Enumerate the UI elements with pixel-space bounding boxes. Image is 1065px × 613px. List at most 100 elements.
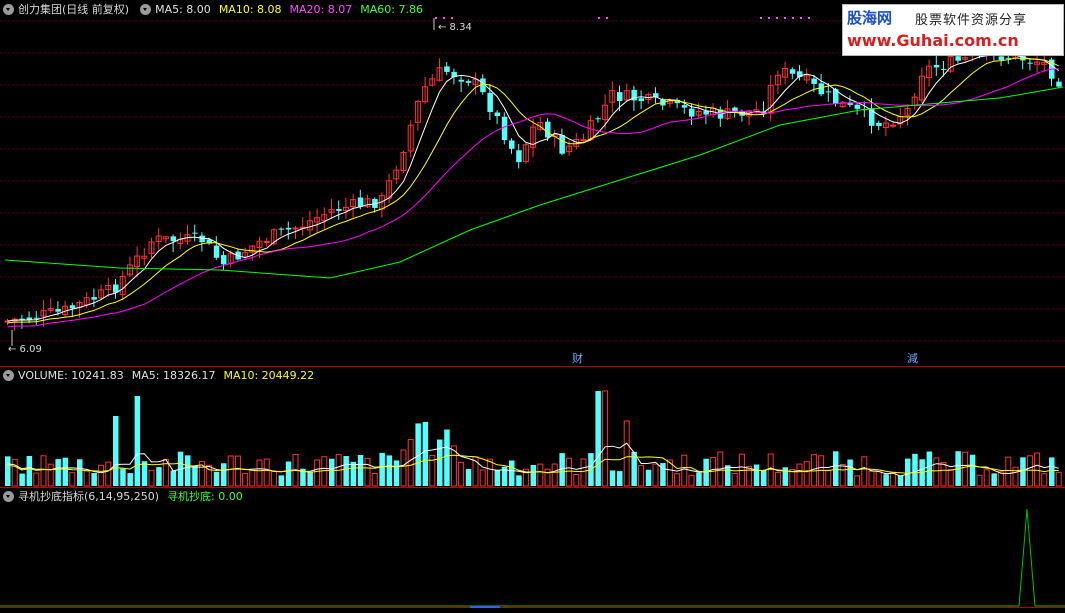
candle-body: [91, 297, 97, 300]
volume-bar: [156, 467, 162, 486]
candle-body: [285, 227, 292, 230]
volume-bar: [847, 459, 853, 486]
candle-body: [955, 56, 961, 61]
candle-body: [580, 139, 587, 142]
stock-title: 创力集团(日线 前复权): [18, 3, 130, 16]
candle-body: [998, 56, 1005, 60]
volume-bar: [343, 456, 349, 486]
volume-bar: [1012, 466, 1019, 487]
volume-panel-menu-icon[interactable]: [3, 369, 14, 381]
volume-bar: [213, 471, 220, 486]
candle-body: [854, 104, 861, 109]
volume-bar: [883, 474, 889, 486]
watermark-slogan: 股票软件资源分享: [915, 13, 1028, 28]
volume-bar: [1034, 452, 1041, 487]
volume-bar: [976, 474, 983, 487]
volume-bar: [120, 468, 126, 486]
candle-body: [789, 69, 796, 74]
event-marker-earnings: 财: [572, 351, 583, 365]
volume-bar: [645, 469, 652, 486]
volume-bar: [854, 475, 861, 487]
volume-bar: [379, 452, 385, 486]
volume-bar: [580, 458, 587, 487]
volume-bar: [767, 453, 774, 487]
volume-bar: [19, 473, 25, 486]
candle-body: [170, 236, 177, 242]
volume-bar: [753, 464, 760, 486]
volume-bar: [991, 473, 997, 486]
volume-bar: [933, 457, 940, 487]
candle-body: [1056, 81, 1062, 87]
low-marker-label: ← 6.09: [8, 344, 42, 355]
volume-bar: [227, 455, 234, 487]
indicator-panel-menu-icon[interactable]: [3, 490, 14, 502]
candle-body: [465, 81, 472, 83]
candle-body: [55, 308, 61, 312]
volume-bar: [516, 475, 522, 486]
volume-bar: [437, 439, 443, 486]
volume-bar: [825, 469, 832, 487]
volume-bar: [537, 463, 544, 487]
volume-bar: [127, 473, 133, 486]
volume-bar: [234, 455, 241, 487]
volume-bar: [494, 470, 501, 486]
volume-bar: [400, 449, 407, 487]
candle-body: [703, 111, 709, 115]
volume-bar: [371, 473, 378, 487]
volume-bar: [62, 457, 69, 486]
volume-bar: [1049, 457, 1055, 486]
candle-body: [192, 232, 198, 234]
volume-bar: [329, 458, 335, 486]
volume-bar: [947, 469, 954, 487]
volume-bar: [242, 473, 249, 487]
volume-bar: [256, 459, 263, 487]
volume-bar: [407, 439, 414, 487]
volume-bar: [91, 473, 97, 486]
volume-bar: [465, 469, 472, 486]
volume-bar: [731, 472, 738, 487]
volume-bar: [307, 472, 313, 486]
volume-bar: [796, 463, 803, 487]
price-panel-menu-icon[interactable]: [3, 3, 14, 15]
volume-bar: [818, 455, 825, 487]
volume-bar: [47, 463, 54, 487]
kline-chart[interactable]: ← 8.34 ← 6.09 财 減: [0, 0, 1065, 613]
top-dot-marker: [776, 17, 778, 19]
candle-body: [292, 227, 299, 230]
candle-body: [213, 245, 220, 258]
volume-bar: [486, 458, 493, 487]
candle-body: [890, 124, 897, 127]
volume-bar: [321, 456, 328, 487]
volume-bar: [314, 459, 321, 487]
candle-body: [444, 66, 450, 72]
candle-body: [617, 92, 623, 102]
volume-bar: [105, 461, 112, 487]
volume-bar: [969, 454, 976, 486]
volume-bar: [113, 416, 119, 486]
candle-body: [876, 122, 882, 126]
volume-bar: [912, 453, 918, 486]
volume-ma10-label: MA10: 20449.22: [223, 368, 315, 382]
volume-bar: [595, 391, 601, 486]
volume-bar: [926, 451, 933, 486]
candle-body: [199, 235, 205, 243]
ma5-line: [7, 53, 1059, 322]
ma-menu-icon[interactable]: [140, 3, 152, 15]
volume-bar: [278, 475, 285, 486]
top-dot-marker: [768, 17, 770, 19]
indicator-panel-header: 寻机抄底指标(6,14,95,250) 寻机抄底: 0.00: [0, 488, 251, 504]
volume-label: VOLUME: 10241.83: [18, 368, 124, 382]
volume-bar: [602, 390, 609, 487]
top-dot-marker: [792, 17, 794, 19]
volume-bar: [1026, 455, 1033, 487]
volume-bar: [725, 465, 731, 486]
candle-body: [501, 116, 508, 141]
volume-bar: [509, 460, 515, 486]
indicator-value: 寻机抄底: 0.00: [167, 490, 243, 503]
candle-body: [33, 317, 40, 319]
volume-bar: [868, 470, 875, 487]
top-dot-marker: [606, 17, 608, 19]
volume-bar: [839, 464, 846, 487]
volume-bar: [444, 429, 450, 486]
candle-body: [26, 317, 33, 320]
